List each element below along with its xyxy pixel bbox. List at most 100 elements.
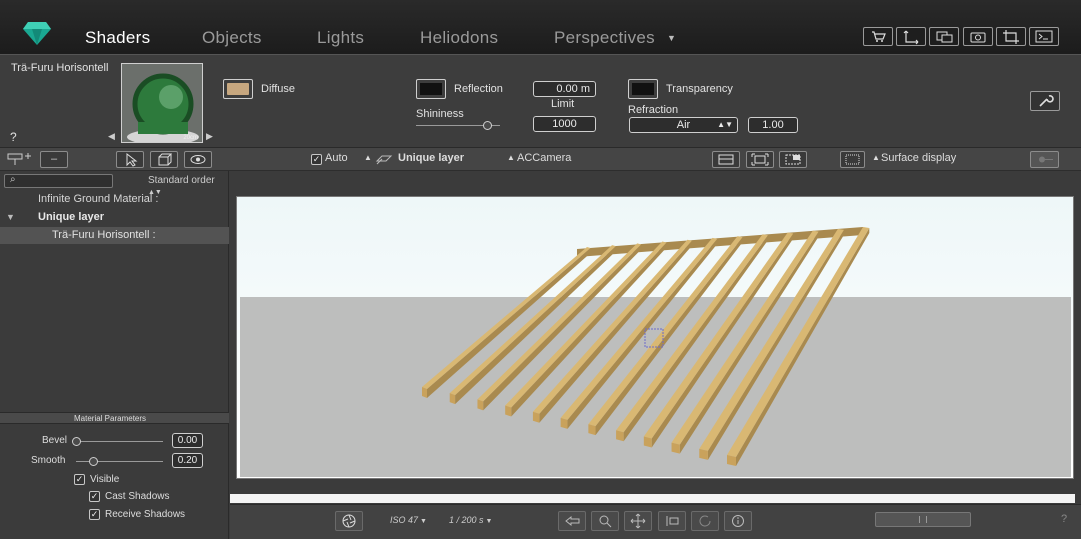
shininess-knob[interactable] bbox=[483, 121, 493, 130]
info-icon bbox=[732, 515, 744, 527]
minus-icon: – bbox=[50, 153, 58, 165]
receive-shadows-checkbox[interactable]: ✓ bbox=[89, 509, 100, 520]
tab-heliodons[interactable]: Heliodons bbox=[420, 28, 498, 48]
help-button[interactable]: ? bbox=[1061, 513, 1067, 525]
bevel-knob[interactable] bbox=[72, 437, 81, 446]
remove-button[interactable]: – bbox=[40, 151, 68, 168]
smooth-knob[interactable] bbox=[89, 457, 99, 466]
reflection-swatch[interactable] bbox=[416, 79, 446, 99]
zoom-icon bbox=[599, 515, 612, 528]
layer-stepper-icon[interactable]: ▲ bbox=[364, 153, 372, 162]
bottom-bar: ISO 47 ▼ 1 / 200 s ▼ ? bbox=[230, 504, 1081, 539]
scene-tree-panel: ⌕ Standard order ▲▼ Infinite Ground Mate… bbox=[0, 171, 229, 539]
refraction-index-field[interactable]: 1.00 bbox=[748, 117, 798, 133]
gem-logo-icon bbox=[23, 22, 51, 45]
bevel-label: Bevel bbox=[42, 435, 68, 446]
zoom-button[interactable] bbox=[591, 511, 619, 531]
console-button[interactable] bbox=[1029, 27, 1059, 46]
transparency-swatch[interactable] bbox=[628, 79, 658, 99]
frame-button[interactable] bbox=[712, 151, 740, 168]
diffuse-swatch[interactable] bbox=[223, 79, 253, 99]
object-tool-button[interactable] bbox=[150, 151, 178, 168]
visibility-button[interactable] bbox=[184, 151, 212, 168]
iso-select[interactable]: ISO 47 ▼ bbox=[390, 515, 427, 525]
params-header: Material Parameters bbox=[0, 412, 229, 424]
tree-item-label: Unique layer bbox=[38, 211, 105, 223]
cast-shadows-label: Cast Shadows bbox=[105, 491, 170, 502]
toggle-button[interactable] bbox=[1030, 151, 1059, 168]
preview-prev-icon[interactable]: ◀ bbox=[108, 131, 115, 142]
toggle-icon bbox=[1039, 156, 1053, 163]
auto-checkbox[interactable]: ✓ bbox=[311, 154, 322, 165]
pan-button[interactable] bbox=[624, 511, 652, 531]
camera-button[interactable] bbox=[963, 27, 993, 46]
rotate-button[interactable] bbox=[691, 511, 719, 531]
camera-select[interactable]: ACCamera bbox=[517, 152, 571, 164]
pointer-icon bbox=[126, 152, 138, 167]
help-icon[interactable]: ? bbox=[10, 130, 17, 144]
preview-next-icon[interactable]: ▶ bbox=[206, 131, 213, 142]
bevel-slider[interactable] bbox=[76, 441, 163, 442]
tree-item-layer[interactable]: ▼ Unique layer bbox=[0, 209, 229, 226]
tab-objects[interactable]: Objects bbox=[202, 28, 262, 48]
crop-button[interactable] bbox=[996, 27, 1026, 46]
fit-view-button[interactable] bbox=[746, 151, 774, 168]
add-shader-button[interactable] bbox=[6, 150, 36, 168]
dropdown-icon: ▼ bbox=[483, 518, 493, 525]
aperture-button[interactable] bbox=[335, 511, 363, 531]
frame-icon bbox=[718, 154, 734, 165]
progress-slider[interactable] bbox=[875, 512, 971, 527]
eye-icon bbox=[190, 155, 206, 164]
cast-shadows-checkbox[interactable]: ✓ bbox=[89, 491, 100, 502]
preview-caption: 20cm bbox=[183, 135, 198, 141]
export-button[interactable] bbox=[896, 27, 926, 46]
shader-ball-preview bbox=[122, 64, 202, 142]
tab-lights[interactable]: Lights bbox=[317, 28, 364, 48]
select-tool-button[interactable] bbox=[116, 151, 144, 168]
cube-icon bbox=[158, 153, 173, 166]
tree-item-label: Infinite Ground Material : bbox=[38, 193, 159, 205]
region-button[interactable] bbox=[779, 151, 807, 168]
reflection-label: Reflection bbox=[454, 83, 503, 95]
shutter-select[interactable]: 1 / 200 s ▼ bbox=[449, 515, 492, 525]
material-preview[interactable]: 20cm bbox=[121, 63, 203, 143]
auto-label: Auto bbox=[325, 152, 348, 164]
surface-icon bbox=[845, 154, 860, 165]
camera-stepper-icon[interactable]: ▲ bbox=[507, 153, 515, 162]
export-icon bbox=[903, 30, 919, 45]
surface-display-button[interactable] bbox=[840, 151, 865, 168]
disclosure-triangle-icon[interactable]: ▼ bbox=[6, 209, 15, 226]
visible-checkbox[interactable]: ✓ bbox=[74, 474, 85, 485]
layer-select[interactable]: Unique layer bbox=[398, 152, 464, 164]
samples-field[interactable]: 1000 bbox=[533, 116, 596, 132]
windows-button[interactable] bbox=[929, 27, 959, 46]
bevel-field[interactable]: 0.00 bbox=[172, 433, 203, 448]
limit-field[interactable]: 0.00 m bbox=[533, 81, 596, 97]
surface-stepper-icon[interactable]: ▲ bbox=[872, 153, 880, 162]
region-icon bbox=[785, 154, 801, 165]
render-viewport[interactable] bbox=[236, 196, 1074, 479]
receive-shadows-label: Receive Shadows bbox=[105, 509, 186, 520]
sort-order-label: Standard order bbox=[148, 175, 215, 186]
limit-label: Limit bbox=[551, 98, 575, 110]
tab-perspectives[interactable]: Perspectives bbox=[554, 28, 655, 48]
perspectives-dropdown-icon[interactable]: ▼ bbox=[667, 33, 676, 43]
refraction-select[interactable]: Air ▲▼ bbox=[629, 117, 738, 133]
paint-roller-plus-icon bbox=[7, 153, 31, 165]
viewport-strip bbox=[230, 494, 1078, 503]
back-arrow-icon bbox=[565, 515, 580, 527]
walk-button[interactable] bbox=[658, 511, 686, 531]
shininess-label: Shininess bbox=[416, 108, 464, 120]
refraction-label: Refraction bbox=[628, 104, 679, 116]
search-input[interactable]: ⌕ bbox=[4, 174, 113, 188]
cart-button[interactable] bbox=[863, 27, 893, 46]
settings-button[interactable] bbox=[1030, 91, 1060, 111]
smooth-field[interactable]: 0.20 bbox=[172, 453, 203, 468]
tree-item-material-selected[interactable]: Trä-Furu Horisontell : bbox=[0, 227, 229, 244]
undo-view-button[interactable] bbox=[558, 511, 586, 531]
info-button[interactable] bbox=[724, 511, 752, 531]
console-icon bbox=[1035, 30, 1053, 43]
surface-display-select[interactable]: Surface display bbox=[881, 152, 956, 164]
tab-shaders[interactable]: Shaders bbox=[85, 28, 150, 48]
tree-item-ground[interactable]: Infinite Ground Material : bbox=[0, 191, 229, 208]
